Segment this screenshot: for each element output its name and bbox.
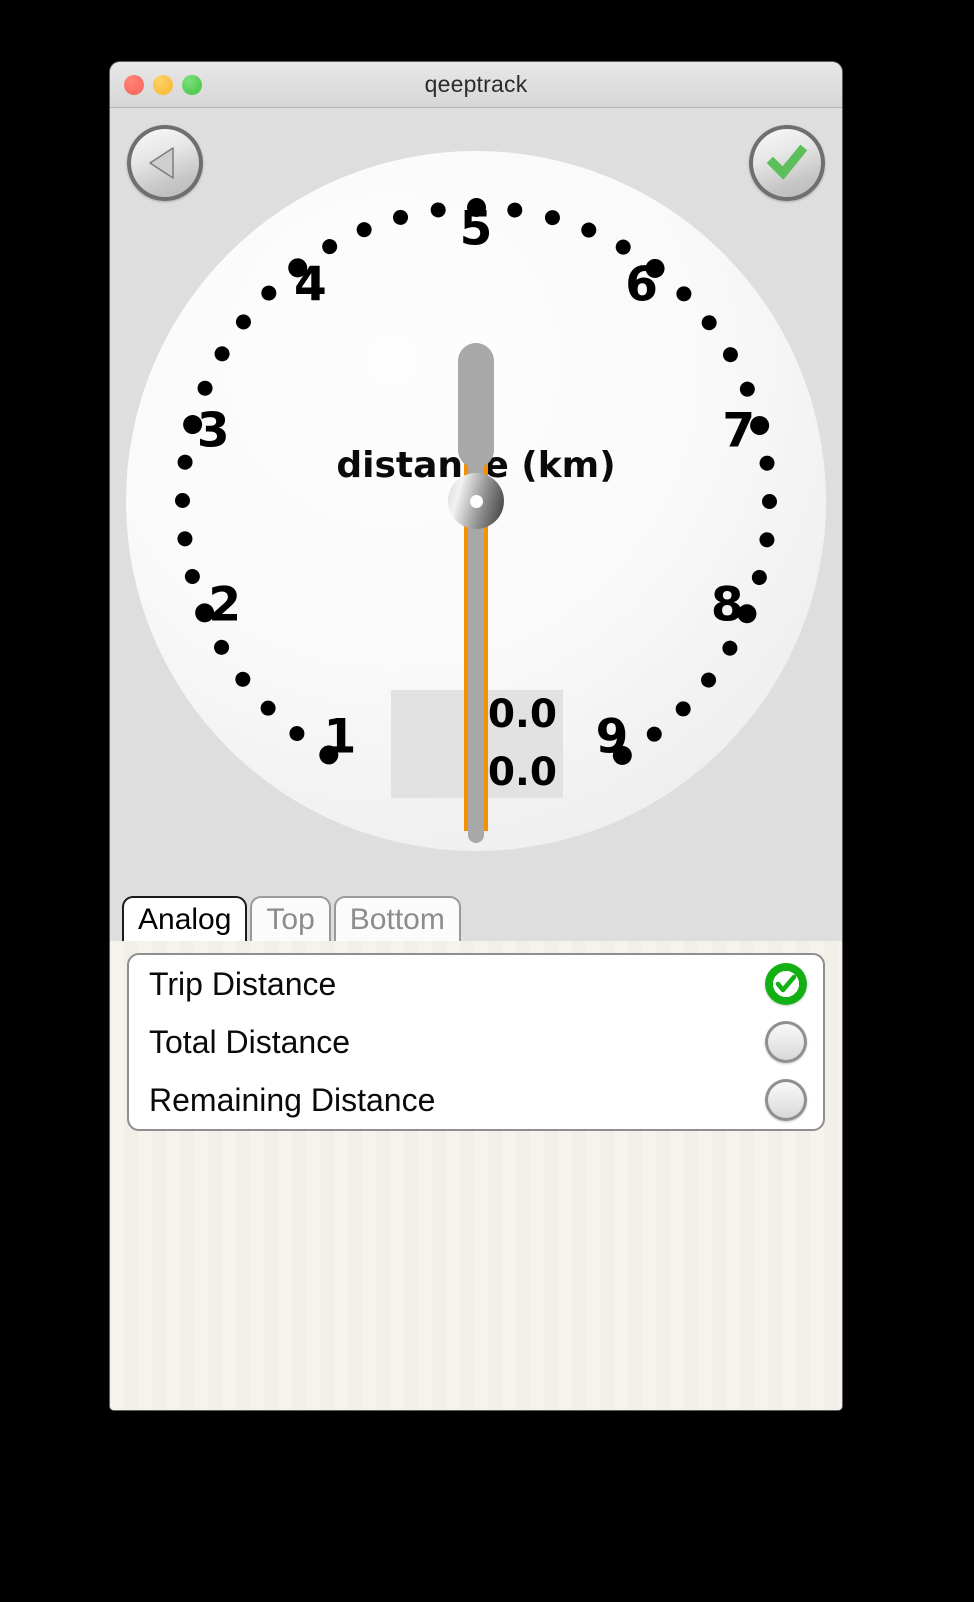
tick-dot (211, 344, 233, 365)
dial-number: 6 (625, 257, 658, 313)
tick-dot (175, 493, 190, 509)
needle-hub-dot (470, 495, 483, 508)
tick-dot (176, 530, 194, 548)
gauge-panel: 123456789 distance (km) 0.0 0.0 (110, 108, 842, 896)
tick-dot (232, 669, 254, 691)
checkmark-icon (762, 138, 812, 188)
tick-dot (719, 344, 741, 365)
list-item[interactable]: Remaining Distance (129, 1071, 823, 1129)
tick-dot (672, 697, 695, 720)
tick-dot (612, 236, 633, 258)
tick-dot (644, 723, 666, 745)
accept-button[interactable] (749, 125, 825, 201)
tick-dot (762, 493, 777, 509)
tab-top[interactable]: Top (250, 896, 331, 941)
tick-dot (542, 208, 562, 227)
list-item[interactable]: Total Distance (129, 1013, 823, 1071)
dial-number: 5 (459, 201, 493, 257)
dial-number: 9 (595, 709, 629, 765)
window-title: qeeptrack (424, 71, 528, 97)
tick-dot (750, 567, 769, 587)
tick-dot (353, 220, 374, 240)
tick-dot (195, 378, 215, 399)
tick-dot (698, 311, 720, 333)
tick-dot (211, 637, 233, 658)
dial-number: 2 (208, 577, 242, 633)
list-item-label: Trip Distance (149, 965, 337, 1002)
needle-shaft (468, 343, 484, 843)
tick-dot (719, 637, 741, 658)
tab-label: Top (266, 902, 315, 936)
tick-dot (698, 669, 720, 691)
tick-dot (390, 208, 410, 227)
tick-dot (737, 378, 757, 399)
radio-unselected-icon[interactable] (765, 1021, 807, 1063)
needle-hub (448, 473, 504, 529)
tick-dot (257, 697, 280, 720)
radio-unselected-icon[interactable] (765, 1079, 807, 1121)
tick-dot (578, 220, 599, 240)
back-button[interactable] (127, 125, 203, 201)
tick-dot (232, 311, 254, 333)
back-triangle-icon (142, 140, 188, 186)
tick-dot (672, 282, 695, 305)
gauge-readout-secondary: 0.0 (487, 750, 557, 795)
tick-dot (429, 201, 447, 219)
content-area: Trip Distance Total Distance Remaining Dis… (110, 941, 842, 1410)
dial-number: 1 (323, 709, 357, 765)
tick-dot (319, 236, 340, 258)
application-window: qeeptrack 123456789 distance (km) 0.0 0.… (110, 62, 842, 1410)
list-item-label: Total Distance (149, 1023, 350, 1060)
dial-number: 4 (294, 257, 327, 313)
list-item-label: Remaining Distance (149, 1081, 436, 1118)
tab-bottom[interactable]: Bottom (333, 896, 461, 941)
dial-number: 8 (710, 577, 744, 633)
tick-dot (505, 201, 523, 219)
distance-option-list: Trip Distance Total Distance Remaining Dis… (127, 953, 825, 1131)
tick-dot (183, 567, 202, 587)
list-item[interactable]: Trip Distance (129, 955, 823, 1013)
tab-analog[interactable]: Analog (122, 896, 248, 941)
tick-dot (257, 282, 280, 305)
radio-selected-icon[interactable] (765, 963, 807, 1005)
gauge-readout-primary: 0.0 (487, 691, 557, 737)
tick-dot (286, 723, 308, 745)
tab-bar: Analog Top Bottom (110, 896, 842, 941)
title-bar: qeeptrack (110, 62, 842, 108)
tab-label: Bottom (349, 902, 445, 936)
tab-label: Analog (138, 902, 232, 936)
tick-dot (758, 530, 776, 548)
